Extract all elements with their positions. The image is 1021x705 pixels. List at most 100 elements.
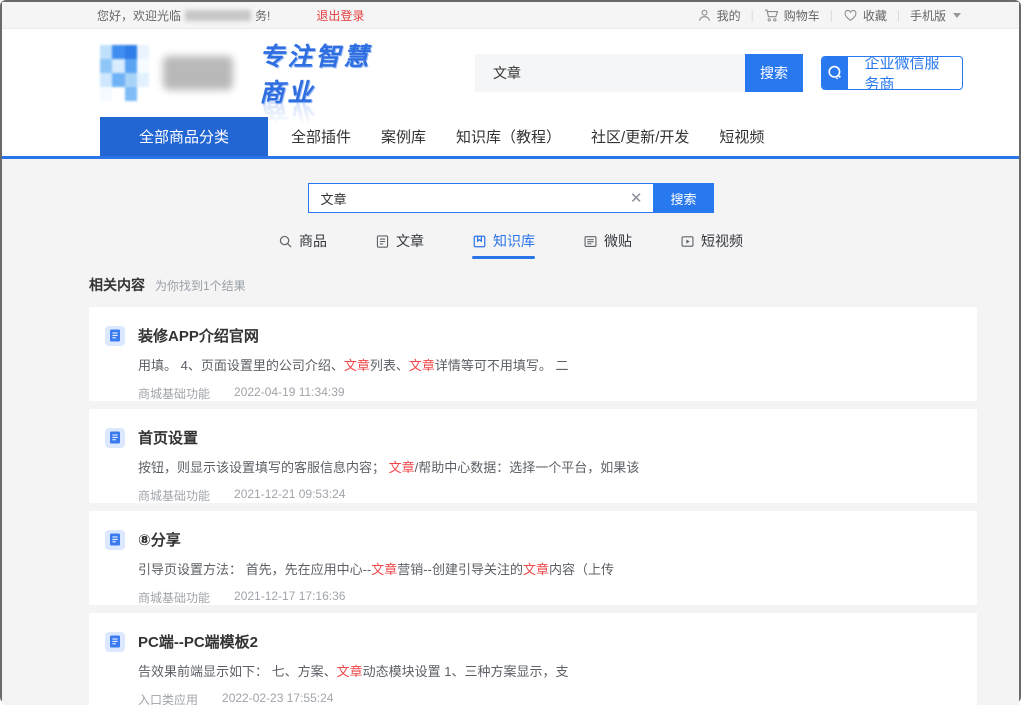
- result-description: 引导页设置方法： 首先，先在应用中心--文章营销--创建引导关注的文章内容（上传: [138, 561, 957, 579]
- results-header: 相关内容 为你找到1个结果: [89, 275, 977, 295]
- mobile-version-label: 手机版: [910, 7, 946, 24]
- nav-item-plugins[interactable]: 全部插件: [276, 126, 366, 147]
- search-input[interactable]: [309, 191, 620, 206]
- nav-items: 全部插件 案例库 知识库（教程） 社区/更新/开发 短视频: [276, 117, 779, 156]
- all-categories-button[interactable]: 全部商品分类: [100, 117, 268, 156]
- separator: |: [830, 8, 833, 22]
- result-description: 告效果前端显示如下： 七、方案、文章动态模块设置 1、三种方案显示，支: [138, 663, 957, 681]
- content-area: ✕ 搜索 商品 文章 知识库 微贴 短视频 相关内容 为你找到1个结果: [2, 159, 1019, 705]
- logo[interactable]: 专注智慧商业: [100, 37, 393, 109]
- result-meta: 商城基础功能 2022-04-19 11:34:39: [138, 385, 957, 402]
- clear-search-icon[interactable]: ✕: [620, 189, 653, 207]
- results-count: 为你找到1个结果: [155, 277, 246, 294]
- video-icon: [680, 234, 695, 249]
- cart-label: 购物车: [784, 7, 820, 24]
- tab-posts-label: 微贴: [604, 231, 632, 251]
- tab-articles[interactable]: 文章: [375, 231, 424, 259]
- favorites-link[interactable]: 收藏: [843, 7, 887, 24]
- greeting-prefix: 您好，欢迎光临: [97, 7, 181, 24]
- chevron-down-icon: [953, 13, 961, 18]
- nav-item-cases[interactable]: 案例库: [366, 126, 441, 147]
- wecom-button-label: 企业微信服务商: [848, 56, 962, 90]
- nav-item-community[interactable]: 社区/更新/开发: [576, 126, 704, 147]
- tab-posts[interactable]: 微贴: [583, 231, 632, 259]
- greeting-suffix: 务!: [255, 7, 270, 24]
- brand-slogan: 专注智慧商业: [259, 37, 393, 109]
- header-search: 搜索: [475, 54, 803, 92]
- result-category: 商城基础功能: [138, 487, 210, 504]
- my-account-link[interactable]: 我的: [697, 7, 741, 24]
- my-account-label: 我的: [717, 7, 741, 24]
- tab-knowledge-label: 知识库: [493, 231, 535, 251]
- result-meta: 商城基础功能 2021-12-17 17:16:36: [138, 589, 957, 606]
- result-title: 装修APP介绍官网: [138, 325, 259, 346]
- heart-icon: [843, 8, 858, 23]
- nav-item-shortvideo[interactable]: 短视频: [704, 126, 779, 147]
- result-title: PC端--PC端模板2: [138, 631, 258, 652]
- header-search-input[interactable]: [475, 54, 745, 92]
- result-description: 用填。 4、页面设置里的公司介绍、文章列表、文章详情等可不用填写。 二: [138, 357, 957, 375]
- result-item[interactable]: 首页设置 按钮，则显示该设置填写的客服信息内容； 文章/帮助中心数据：选择一个平…: [89, 409, 977, 503]
- results-column: 相关内容 为你找到1个结果 装修APP介绍官网 用填。 4、页面设置里的公司介绍…: [89, 275, 977, 705]
- user-icon: [697, 8, 712, 23]
- wecom-icon: [825, 63, 845, 83]
- highlighted-keyword: 文章: [409, 358, 435, 373]
- document-icon: [105, 632, 125, 652]
- nav-item-knowledge[interactable]: 知识库（教程）: [441, 126, 576, 147]
- wecom-icon-box: [822, 56, 848, 90]
- mobile-version-menu[interactable]: 手机版: [910, 7, 961, 24]
- blurred-username: [185, 10, 251, 21]
- tab-knowledge[interactable]: 知识库: [472, 231, 535, 259]
- favorites-label: 收藏: [863, 7, 887, 24]
- result-description: 按钮，则显示该设置填写的客服信息内容； 文章/帮助中心数据：选择一个平台，如果该: [138, 459, 957, 477]
- header-search-button[interactable]: 搜索: [745, 54, 803, 92]
- separator: |: [897, 8, 900, 22]
- result-tabs: 商品 文章 知识库 微贴 短视频: [2, 231, 1019, 259]
- document-icon: [105, 530, 125, 550]
- main-nav: 全部商品分类 全部插件 案例库 知识库（教程） 社区/更新/开发 短视频: [2, 117, 1019, 156]
- tab-goods-label: 商品: [299, 231, 327, 251]
- topbar-links: 我的 | 购物车 | 收藏 | 手机版: [697, 7, 961, 24]
- separator: |: [751, 8, 754, 22]
- result-category: 商城基础功能: [138, 385, 210, 402]
- highlighted-keyword: 文章: [344, 358, 370, 373]
- result-meta: 商城基础功能 2021-12-21 09:53:24: [138, 487, 957, 504]
- results-title: 相关内容: [89, 275, 145, 295]
- site-header: 专注智慧商业 搜索 企业微信服务商: [2, 29, 1019, 117]
- tab-articles-label: 文章: [396, 231, 424, 251]
- result-date: 2022-04-19 11:34:39: [234, 385, 345, 402]
- tab-shortvideo-label: 短视频: [701, 231, 743, 251]
- highlighted-keyword: 文章: [523, 562, 549, 577]
- result-title: ⑧分享: [138, 529, 181, 550]
- search-input-wrap: ✕: [308, 183, 654, 213]
- knowledge-icon: [472, 234, 487, 249]
- post-icon: [583, 234, 598, 249]
- cart-icon: [764, 8, 779, 23]
- highlighted-keyword: 文章: [371, 562, 397, 577]
- search-button[interactable]: 搜索: [654, 183, 714, 213]
- cart-link[interactable]: 购物车: [764, 7, 820, 24]
- result-item[interactable]: PC端--PC端模板2 告效果前端显示如下： 七、方案、文章动态模块设置 1、三…: [89, 613, 977, 705]
- article-icon: [375, 234, 390, 249]
- tab-shortvideo[interactable]: 短视频: [680, 231, 743, 259]
- highlighted-keyword: 文章: [337, 664, 363, 679]
- result-date: 2021-12-17 17:16:36: [234, 589, 345, 606]
- brand-name-blurred: [163, 56, 233, 90]
- highlighted-keyword: 文章: [389, 460, 415, 475]
- result-date: 2021-12-21 09:53:24: [234, 487, 345, 504]
- logo-mark-blurred: [100, 45, 149, 101]
- result-category: 商城基础功能: [138, 589, 210, 606]
- wecom-service-button[interactable]: 企业微信服务商: [821, 56, 963, 90]
- search-icon: [278, 234, 293, 249]
- topbar: 您好，欢迎光临 务! 退出登录 我的 | 购物车 | 收藏 | 手机版: [2, 2, 1019, 29]
- document-icon: [105, 326, 125, 346]
- greeting: 您好，欢迎光临 务!: [97, 7, 270, 24]
- result-item[interactable]: 装修APP介绍官网 用填。 4、页面设置里的公司介绍、文章列表、文章详情等可不用…: [89, 307, 977, 401]
- results-list: 装修APP介绍官网 用填。 4、页面设置里的公司介绍、文章列表、文章详情等可不用…: [89, 307, 977, 705]
- logout-link[interactable]: 退出登录: [316, 7, 364, 24]
- result-title: 首页设置: [138, 427, 198, 448]
- tab-goods[interactable]: 商品: [278, 231, 327, 259]
- document-icon: [105, 428, 125, 448]
- search-section: ✕ 搜索: [2, 183, 1019, 213]
- result-item[interactable]: ⑧分享 引导页设置方法： 首先，先在应用中心--文章营销--创建引导关注的文章内…: [89, 511, 977, 605]
